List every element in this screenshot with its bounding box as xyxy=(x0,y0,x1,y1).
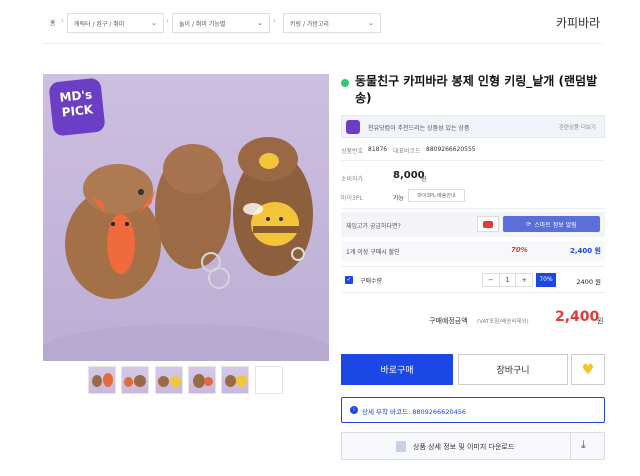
quantity-checkbox[interactable]: ✓ xyxy=(345,276,353,284)
refresh-icon: ⟳ xyxy=(526,220,532,228)
quantity-plus-button[interactable]: + xyxy=(516,274,532,286)
add-to-cart-button[interactable]: 장바구니 xyxy=(458,354,568,385)
product-no-label: 상품번호 xyxy=(341,148,364,155)
download-icon[interactable]: ⤓ xyxy=(581,438,586,452)
recommend-banner: 천유닷컴이 추천드리는 상품성 있는 상품 관련상품 더보기 xyxy=(341,115,605,138)
quantity-minus-button[interactable]: − xyxy=(483,274,499,286)
youtube-button[interactable] xyxy=(477,216,499,232)
thumbnail-2[interactable] xyxy=(121,366,149,394)
quantity-price: 2400 원 xyxy=(576,278,601,286)
total-note: (VAT포함/배송비제외) xyxy=(477,319,529,325)
product-no: 81876 xyxy=(368,146,388,153)
total-unit: 원 xyxy=(597,317,604,325)
smart-alert-button[interactable]: ⟳ 스마트 정보 알림 xyxy=(503,216,600,232)
breadcrumb-home[interactable]: 홈 xyxy=(50,18,56,27)
badge-line2: PICK xyxy=(61,102,94,120)
chevron-down-icon: ⌄ xyxy=(257,19,263,27)
divider xyxy=(341,208,605,209)
category-select-1[interactable]: 캐릭터 / 완구 / 취미 ⌄ xyxy=(67,13,164,33)
buy-now-button[interactable]: 바로구매 xyxy=(341,354,453,385)
image-download-icon xyxy=(396,441,406,452)
chevron-right-icon: › xyxy=(61,17,64,25)
thumbnail-6[interactable] xyxy=(255,366,283,394)
divider xyxy=(570,433,571,459)
related-products-link[interactable]: 관련상품 더보기 xyxy=(559,123,596,131)
quantity-row: ✓ 구매수량 − 1 + 70% 2400 원 xyxy=(341,266,605,293)
points-select[interactable]: 마이3PL 배송안내 xyxy=(408,189,465,202)
discount-label: 1개 이상 구매시 할인 xyxy=(346,249,400,256)
product-title: 동물친구 카피바라 봉제 인형 키링_낱개 (랜덤발송) xyxy=(355,74,598,105)
chevron-down-icon: ⌄ xyxy=(151,19,157,27)
download-box[interactable]: 상품 상세 정보 및 이미지 다운로드 ⤓ xyxy=(341,432,605,460)
quantity-label: 구매수량 xyxy=(360,278,383,285)
barcode-value: 8809266620555 xyxy=(426,146,476,153)
youtube-icon xyxy=(483,220,493,228)
restock-row: 재입고가 궁금하다면? ⟳ 스마트 정보 알림 xyxy=(341,212,605,237)
thumbnail-3[interactable] xyxy=(155,366,183,394)
chevron-right-icon: › xyxy=(166,17,169,25)
banner-text: 천유닷컴이 추천드리는 상품성 있는 상품 xyxy=(368,125,470,132)
discount-row: 1개 이상 구매시 할인 70% 2,400 원 xyxy=(341,241,605,261)
barcode-info-box: i 상세 부착 바코드: 8809266620456 xyxy=(341,397,605,423)
points-label: 마이3PL xyxy=(341,195,363,202)
barcode-info-text: 상세 부착 바코드: 8809266620456 xyxy=(362,408,467,416)
price-value: 8,000 xyxy=(393,170,425,181)
info-icon: i xyxy=(350,406,358,414)
barcode-label: 대표바코드 xyxy=(393,148,421,155)
download-text: 상품 상세 정보 및 이미지 다운로드 xyxy=(413,443,515,451)
discount-percent: 70% xyxy=(511,246,528,254)
chevron-right-icon: › xyxy=(273,17,276,25)
quantity-stepper[interactable]: − 1 + xyxy=(482,273,533,287)
category-select-3[interactable]: 키링 / 가방고리 ⌄ xyxy=(283,13,381,33)
discount-price: 2,400 원 xyxy=(569,247,601,255)
total-price: 2,400 xyxy=(555,309,600,325)
brand-name[interactable]: 카피바라 xyxy=(556,14,600,31)
heart-icon: ♥ xyxy=(581,361,595,378)
wishlist-button[interactable]: ♥ xyxy=(571,354,605,385)
chevron-down-icon: ⌄ xyxy=(368,19,374,27)
restock-text: 재입고가 궁금하다면? xyxy=(346,223,401,230)
category-select-2[interactable]: 놀이 / 취미 기능별 ⌄ xyxy=(172,13,270,33)
product-image: MD's PICK xyxy=(43,74,329,361)
status-dot xyxy=(341,79,349,87)
thumbnail-4[interactable] xyxy=(188,366,216,394)
quantity-input[interactable]: 1 xyxy=(498,274,517,286)
thumbnail-5[interactable] xyxy=(221,366,249,394)
thumbnail-1[interactable] xyxy=(88,366,116,394)
price-unit: 원 xyxy=(421,176,427,183)
mds-pick-mini-icon xyxy=(346,120,360,134)
total-label: 구매예정금액 xyxy=(429,317,468,325)
divider xyxy=(43,43,603,44)
points-status: 가능 xyxy=(393,195,405,202)
quantity-discount-badge: 70% xyxy=(536,273,556,287)
price-label: 소비자가 xyxy=(341,176,364,183)
divider xyxy=(341,160,605,161)
mds-pick-badge: MD's PICK xyxy=(48,77,106,137)
